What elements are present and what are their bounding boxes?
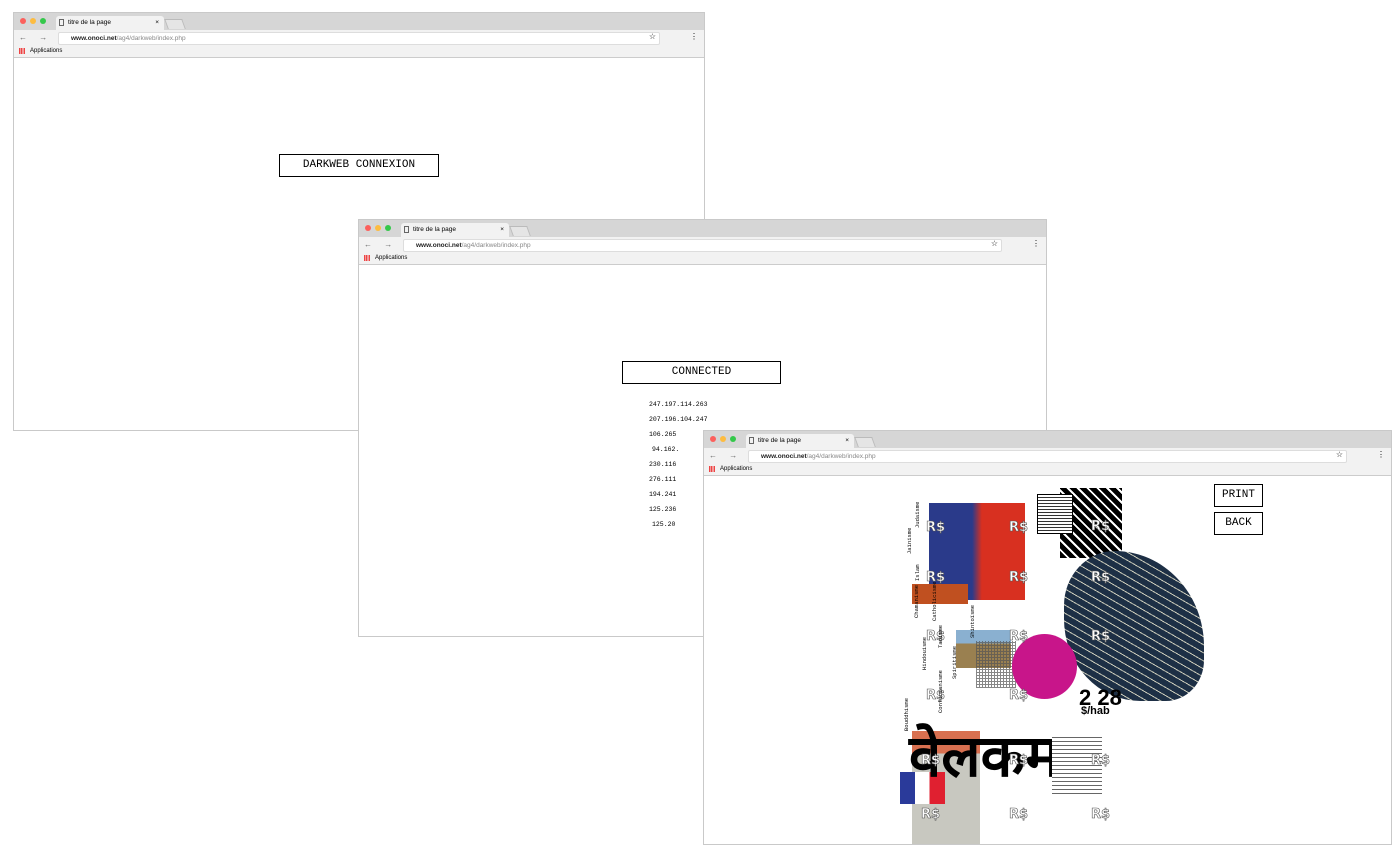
address-bar[interactable]: www.onoci.net/ag4/darkweb/index.php: [403, 239, 1002, 252]
menu-icon[interactable]: ⋮: [1032, 239, 1040, 248]
maximize-button[interactable]: [730, 436, 736, 442]
close-window-button[interactable]: [20, 18, 26, 24]
maximize-button[interactable]: [385, 225, 391, 231]
close-tab-icon[interactable]: ×: [845, 434, 849, 448]
address-bar[interactable]: www.onoci.net/ag4/darkweb/index.php: [58, 32, 660, 45]
close-tab-icon[interactable]: ×: [155, 16, 159, 30]
bookmark-star-icon[interactable]: ☆: [649, 32, 656, 41]
currency-mark: R$: [1009, 629, 1029, 645]
browser-window-3: titre de la page × ← → Cwww.onoci.net/ag4…: [703, 430, 1392, 845]
bookmark-star-icon[interactable]: ☆: [1336, 450, 1343, 459]
food-image: [912, 584, 968, 604]
religion-label: Islam: [914, 564, 921, 581]
document-icon: [404, 226, 409, 233]
bookmark-applications[interactable]: Applications: [720, 466, 752, 472]
diagram-box: [1037, 494, 1073, 534]
currency-mark: R$: [1009, 807, 1029, 823]
currency-mark: R$: [921, 807, 941, 823]
apps-grid-icon: [364, 255, 370, 261]
religion-label: Catholicisme: [931, 581, 938, 621]
tab[interactable]: titre de la page ×: [401, 223, 509, 237]
minimize-button[interactable]: [375, 225, 381, 231]
ip-address: 207.196.104.247: [649, 416, 708, 423]
pattern-shape: [1064, 551, 1204, 701]
address-bar[interactable]: www.onoci.net/ag4/darkweb/index.php: [748, 450, 1347, 463]
minimize-button[interactable]: [720, 436, 726, 442]
price-unit: $/hab: [1081, 705, 1110, 717]
religion-label: Shintoïsme: [969, 604, 976, 638]
new-tab-button[interactable]: [854, 437, 876, 447]
menu-icon[interactable]: ⋮: [1377, 450, 1385, 459]
tab-bar: titre de la page ×: [14, 13, 704, 30]
currency-mark: R$: [1091, 807, 1111, 823]
currency-mark: R$: [921, 753, 941, 769]
apps-grid-icon: [709, 466, 715, 472]
tab-title: titre de la page: [413, 226, 457, 233]
collage: 2 28 $/hab वेलकम R$ R$ R$ R$ R$ R$ R$ R$…: [704, 476, 1391, 844]
print-button[interactable]: PRINT: [1214, 484, 1263, 507]
currency-mark: R$: [1009, 753, 1029, 769]
religion-label: Taoïsme: [937, 624, 944, 648]
document-icon: [59, 19, 64, 26]
religion-label: Spiritisme: [951, 645, 958, 679]
apps-grid-icon: [19, 48, 25, 54]
minimize-button[interactable]: [30, 18, 36, 24]
tab[interactable]: titre de la page ×: [746, 434, 854, 448]
ip-address: 247.197.114.263: [649, 401, 708, 408]
new-tab-button[interactable]: [164, 19, 186, 29]
new-tab-button[interactable]: [509, 226, 531, 236]
close-window-button[interactable]: [365, 225, 371, 231]
close-window-button[interactable]: [710, 436, 716, 442]
currency-mark: R$: [1091, 629, 1111, 645]
bookmark-applications[interactable]: Applications: [375, 255, 407, 261]
currency-mark: R$: [1009, 688, 1029, 704]
back-button[interactable]: BACK: [1214, 512, 1263, 535]
tab[interactable]: titre de la page ×: [56, 16, 164, 30]
currency-mark: R$: [1009, 520, 1029, 536]
grid-overlay: [976, 641, 1016, 688]
close-tab-icon[interactable]: ×: [500, 223, 504, 237]
maximize-button[interactable]: [40, 18, 46, 24]
currency-mark: R$: [926, 520, 946, 536]
religion-label: Bouddhisme: [903, 697, 910, 731]
religion-label: Hindouisme: [921, 636, 928, 670]
tab-title: titre de la page: [68, 19, 112, 26]
currency-mark: R$: [1091, 519, 1111, 535]
religion-label: Chamanisme: [913, 584, 920, 618]
currency-mark: R$: [1009, 570, 1029, 586]
bookmark-applications[interactable]: Applications: [30, 48, 62, 54]
menu-icon[interactable]: ⋮: [690, 32, 698, 41]
document-icon: [749, 437, 754, 444]
tab-title: titre de la page: [758, 437, 802, 444]
connected-status: CONNECTED: [622, 361, 781, 384]
religion-label: Jaïnisme: [906, 527, 913, 554]
religion-label: Judaïsme: [914, 501, 921, 528]
bookmark-star-icon[interactable]: ☆: [991, 239, 998, 248]
currency-mark: R$: [1091, 570, 1111, 586]
currency-mark: R$: [1091, 753, 1111, 769]
darkweb-connexion-button[interactable]: DARKWEB CONNEXION: [279, 154, 439, 177]
religion-label: Confucianisme: [937, 670, 944, 713]
